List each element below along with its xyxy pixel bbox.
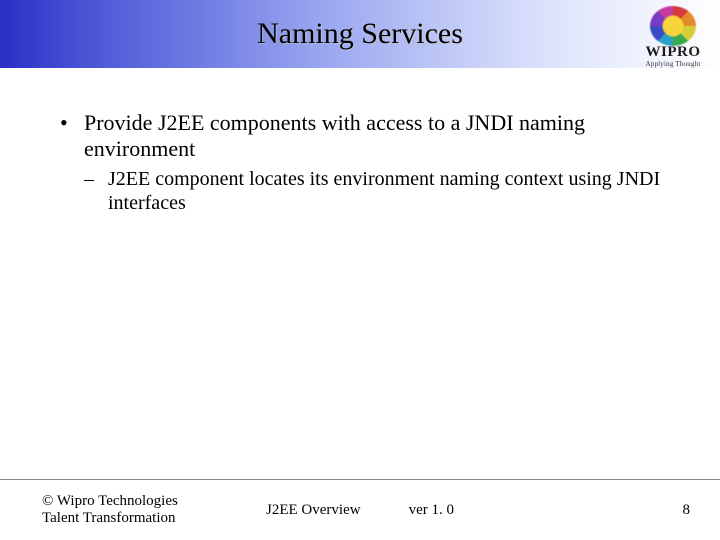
bullet-item: Provide J2EE components with access to a…: [60, 110, 670, 215]
wipro-logo: WIPRO Applying Thought: [632, 6, 714, 68]
content-area: Provide J2EE components with access to a…: [60, 110, 670, 221]
slide: Naming Services WIPRO Applying Thought P…: [0, 0, 720, 540]
logo-burst-icon: [650, 6, 696, 46]
sub-bullet-item: J2EE component locates its environment n…: [84, 167, 670, 215]
footer-doc-title: J2EE Overview: [266, 502, 361, 519]
footer: © Wipro Technologies Talent Transformati…: [0, 480, 720, 540]
footer-department: Talent Transformation: [42, 510, 262, 527]
footer-copyright: © Wipro Technologies: [42, 493, 262, 510]
sub-bullet-text: J2EE component locates its environment n…: [108, 168, 660, 214]
footer-page-number: 8: [683, 502, 691, 518]
logo-tagline: Applying Thought: [646, 60, 701, 68]
bullet-text: Provide J2EE components with access to a…: [84, 110, 585, 161]
logo-word: WIPRO: [646, 44, 701, 61]
footer-version: ver 1. 0: [409, 502, 454, 519]
slide-title: Naming Services: [257, 17, 463, 51]
title-bar: Naming Services: [0, 0, 720, 68]
